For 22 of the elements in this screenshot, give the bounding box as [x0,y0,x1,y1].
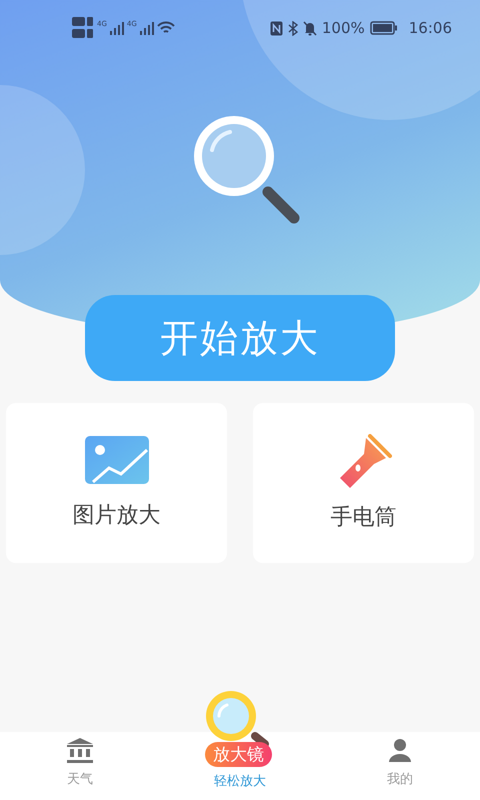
sim-card-icon [72,16,94,40]
tool-label: 图片放大 [72,502,160,530]
tool-label: 手电筒 [330,504,396,532]
tool-card[interactable]: 图片放大 [6,403,227,563]
battery-icon [370,21,398,35]
nav-tab[interactable]: 放大镜 轻松放大 [160,676,320,800]
image-icon [84,436,148,486]
magnifier-badge: 放大镜 [205,742,272,767]
clock: 16:06 [408,19,452,37]
signal-icon [110,21,124,35]
signal-icon [140,21,154,35]
battery-percent: 100% [322,19,365,37]
nfc-icon [270,20,283,36]
mute-bell-icon [302,20,317,36]
nav-tab[interactable]: 我的 [320,720,480,800]
bank-icon [66,736,94,764]
start-magnify-button[interactable]: 开始放大 [85,295,395,381]
tool-card[interactable]: 手电筒 [253,403,474,563]
nav-tab[interactable]: 天气 [0,720,160,800]
person-icon [388,738,412,764]
wifi-icon [156,21,175,35]
bluetooth-icon [288,20,298,36]
